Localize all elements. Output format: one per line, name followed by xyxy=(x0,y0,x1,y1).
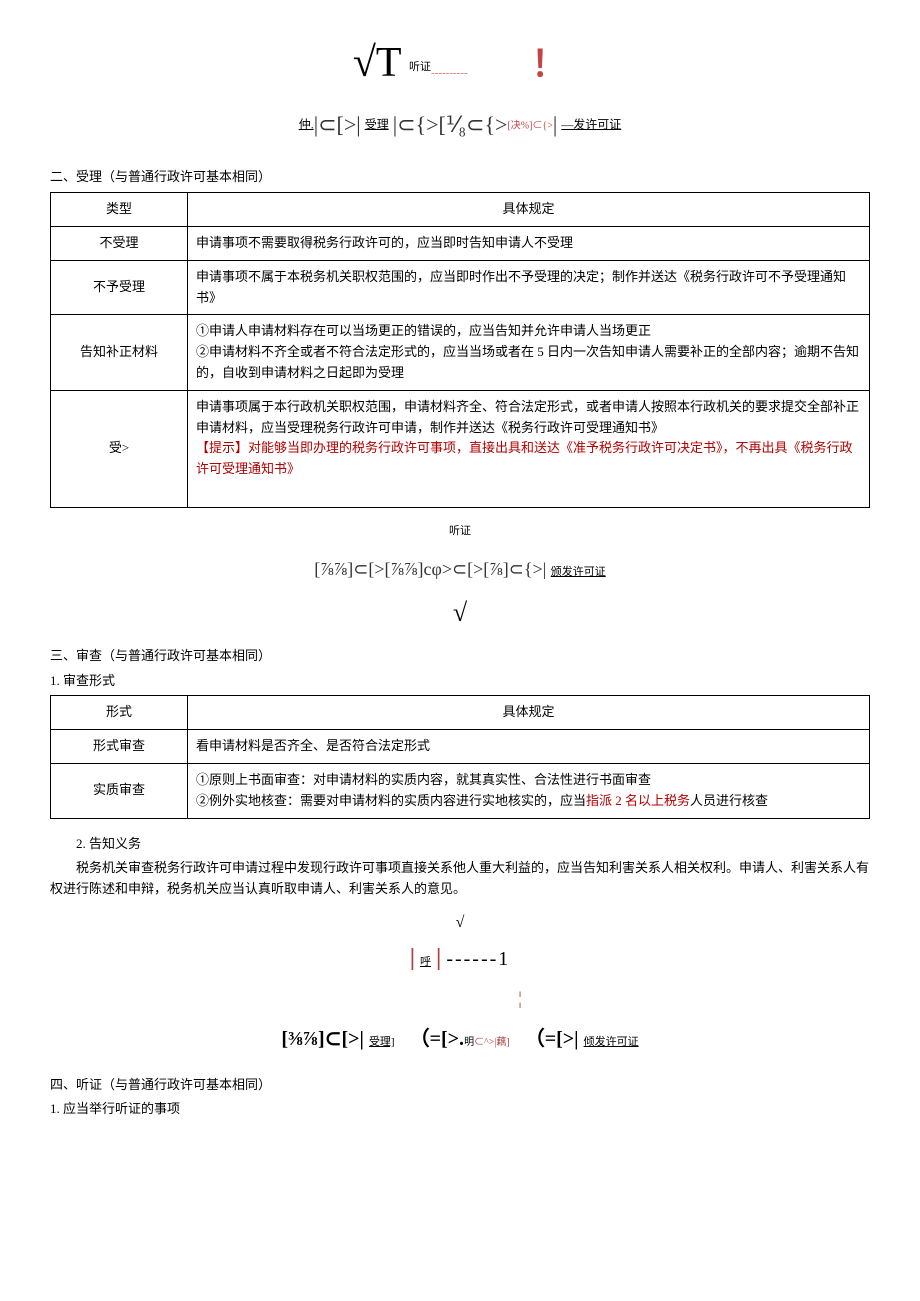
section-2-title: 二、受理（与普通行政许可基本相同） xyxy=(50,167,870,188)
cell-type: 不予受理 xyxy=(51,260,188,315)
flow3-shouli: 受理] xyxy=(369,1036,395,1048)
flow-line-3: [⅜⅞]⊂[>| 受理] （=[>.明⊂^>|藕] （=[>| 倾发许可证 xyxy=(50,1023,870,1055)
flow3-ban: 倾发许可证 xyxy=(584,1036,639,1048)
section-4-title: 四、听证（与普通行政许可基本相同） xyxy=(50,1075,870,1096)
th-type: 类型 xyxy=(51,193,188,227)
flow3-ming: 明 xyxy=(464,1037,474,1048)
sqrt-symbol: √T xyxy=(353,30,402,97)
table-row: 不予受理 申请事项不属于本税务机关职权范围的，应当即时作出不予受理的决定；制作并… xyxy=(51,260,870,315)
flow-line-1: 仲.|⊂[>| 受理 |⊂{>[⅟₈⊂{>[决%]⊂{>| —发许可证 xyxy=(50,107,870,142)
cell-type: 受> xyxy=(51,390,188,507)
flow1-seg1: |⊂[>| xyxy=(314,112,361,137)
table-row: 实质审查 ①原则上书面审查：对申请材料的实质内容，就其真实性、合法性进行书面审查… xyxy=(51,763,870,818)
flow1-seg2: |⊂{>[⅟₈⊂{> xyxy=(393,112,508,137)
cell-content: 申请事项属于本行政机关职权范围，申请材料齐全、符合法定形式，或者申请人按照本行政… xyxy=(188,390,870,507)
cell-type: 实质审查 xyxy=(51,763,188,818)
section-3-title: 三、审查（与普通行政许可基本相同） xyxy=(50,646,870,667)
bar1: | xyxy=(410,945,415,971)
exclamation: ！ xyxy=(531,44,567,84)
th-content: 具体规定 xyxy=(188,696,870,730)
flow1-shouli: 受理 xyxy=(365,117,389,131)
cell-r2-p2c: 人员进行核查 xyxy=(690,793,768,808)
flow3-tiny: ⊂^>|藕] xyxy=(474,1037,510,1048)
dashes2: ------1 xyxy=(446,948,510,970)
flow3-seg2: （=[>. xyxy=(410,1028,464,1050)
cell-content: 申请事项不需要取得税务行政许可的，应当即时告知申请人不受理 xyxy=(188,226,870,260)
table-header-row: 类型 具体规定 xyxy=(51,193,870,227)
cell-content: 看申请材料是否齐全、是否符合法定形式 xyxy=(188,730,870,764)
section-3-sub1: 1. 审查形式 xyxy=(50,671,870,692)
diagram-3: √ | 呼 | ------1 ¦ xyxy=(50,910,870,1013)
diagram-top: √T 听证---------- ！ xyxy=(50,30,870,97)
cell-type: 告知补正材料 xyxy=(51,315,188,390)
table-row: 告知补正材料 ①申请人申请材料存在可以当场更正的错误的，应当告知并允许申请人当场… xyxy=(51,315,870,390)
table-row: 受> 申请事项属于本行政机关职权范围，申请材料齐全、符合法定形式，或者申请人按照… xyxy=(51,390,870,507)
diagram3-vdash: ¦ xyxy=(50,984,870,1013)
table-row: 形式审查 看申请材料是否齐全、是否符合法定形式 xyxy=(51,730,870,764)
table-shencha: 形式 具体规定 形式审查 看申请材料是否齐全、是否符合法定形式 实质审查 ①原则… xyxy=(50,695,870,818)
cell-r2-p2b-red: 指派 2 名以上税务 xyxy=(586,793,690,808)
cell-para1: 申请事项属于本行政机关职权范围，申请材料齐全、符合法定形式，或者申请人按照本行政… xyxy=(196,399,859,435)
hearing-center-label: 听证 xyxy=(50,523,870,541)
flow2-label: 颁发许可证 xyxy=(551,566,606,578)
table-row: 不受理 申请事项不需要取得税务行政许可的，应当即时告知申请人不受理 xyxy=(51,226,870,260)
bar2: | xyxy=(436,945,441,971)
section-4-sub1: 1. 应当举行听证的事项 xyxy=(50,1099,870,1120)
cell-content: 申请事项不属于本税务机关职权范围的，应当即时作出不予受理的决定；制作并送达《税务… xyxy=(188,260,870,315)
flow1-fa: —发许可证 xyxy=(561,117,621,131)
dashes: ---------- xyxy=(431,67,468,79)
flow1-jue: [决%]⊂{> xyxy=(507,120,552,131)
table-header-row: 形式 具体规定 xyxy=(51,696,870,730)
section-3-sub2: 2. 告知义务 xyxy=(50,834,870,855)
diagram3-row1: | 呼 | ------1 xyxy=(50,939,870,977)
hearing-label: 听证 xyxy=(409,61,431,73)
flow1-seg3: | xyxy=(553,112,557,137)
cell-content: ①申请人申请材料存在可以当场更正的错误的，应当告知并允许申请人当场更正 ②申请材… xyxy=(188,315,870,390)
table-shouli: 类型 具体规定 不受理 申请事项不需要取得税务行政许可的，应当即时告知申请人不受… xyxy=(50,192,870,508)
paragraph-3: 税务机关审查税务行政许可申请过程中发现行政许可事项直接关系他人重大利益的，应当告… xyxy=(50,858,870,900)
cell-type: 不受理 xyxy=(51,226,188,260)
cell-content: ①原则上书面审查：对申请材料的实质内容，就其真实性、合法性进行书面审查 ②例外实… xyxy=(188,763,870,818)
cell-para2-red: 【提示】对能够当即办理的税务行政许可事项，直接出具和送达《准予税务行政许可决定书… xyxy=(196,440,853,476)
cell-r2-p2a: ②例外实地核查：需要对申请材料的实质内容进行实地核实的，应当 xyxy=(196,793,586,808)
flow3-seg1: [⅜⅞]⊂[>| xyxy=(281,1028,364,1050)
cell-r2-p1: ①原则上书面审查：对申请材料的实质内容，就其真实性、合法性进行书面审查 xyxy=(196,772,651,787)
flow2-seg: [⅞⅞]⊂[>[⅞⅞]cφ>⊂[>[⅞]⊂{>| xyxy=(314,559,546,579)
flow3-seg3: （=[>| xyxy=(525,1028,579,1050)
flow-line-2: [⅞⅞]⊂[>[⅞⅞]cφ>⊂[>[⅞]⊂{>| 颁发许可证 xyxy=(50,555,870,584)
flow1-prefix: 仲. xyxy=(299,117,314,131)
cell-type: 形式审查 xyxy=(51,730,188,764)
diagram3-check: √ xyxy=(50,910,870,936)
sqrt-center: √ xyxy=(50,592,870,634)
th-content: 具体规定 xyxy=(188,193,870,227)
th-form: 形式 xyxy=(51,696,188,730)
hu-label: 呼 xyxy=(420,956,431,968)
